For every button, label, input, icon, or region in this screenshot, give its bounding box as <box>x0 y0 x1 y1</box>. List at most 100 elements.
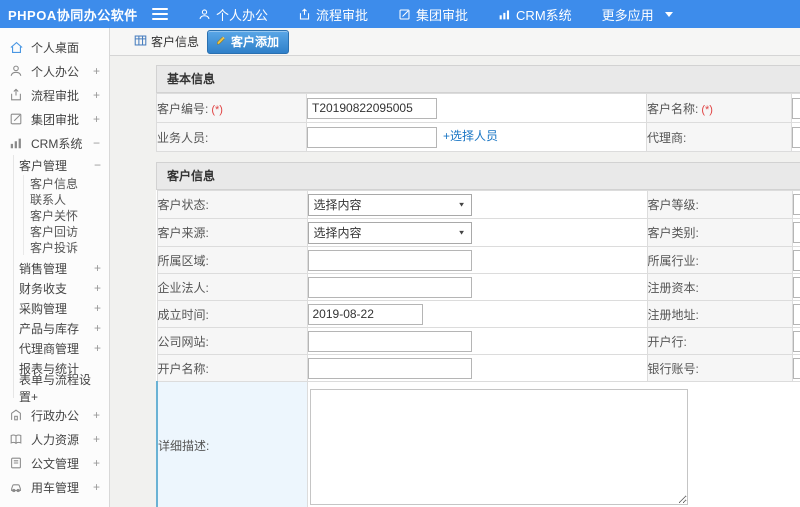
sidebar-item-human-resources[interactable]: 人力资源 + <box>0 427 109 451</box>
founding-date-input[interactable] <box>308 303 423 325</box>
customer-name-input[interactable] <box>792 97 800 119</box>
bank-account-input[interactable] <box>793 357 800 379</box>
required-mark: (*) <box>211 103 223 116</box>
collapse-icon[interactable]: − <box>94 158 101 172</box>
sidebar-item-contacts[interactable]: 联系人 <box>24 191 109 207</box>
nav-item-label: 集团审批 <box>416 7 469 23</box>
sidebar-item-flow-approval[interactable]: 流程审批 + <box>0 83 109 107</box>
expand-icon[interactable]: + <box>93 88 100 102</box>
field-label: 企业法人: <box>157 280 209 295</box>
edit-icon <box>9 112 24 127</box>
detail-description-textarea[interactable] <box>309 389 688 505</box>
chevron-down-icon: ▼ <box>457 200 466 209</box>
chart-icon <box>498 8 511 21</box>
field-label: 客户来源: <box>157 226 209 240</box>
sidebar-item-personal-desktop[interactable]: 个人桌面 <box>0 35 109 59</box>
section-header-basic-info: 基本信息 <box>156 65 800 93</box>
sidebar-item-customer-revisit[interactable]: 客户回访 <box>24 223 109 239</box>
expand-icon[interactable]: + <box>93 480 100 494</box>
expand-icon[interactable]: + <box>94 341 101 355</box>
field-label: 客户等级: <box>647 198 699 212</box>
bank-name-input[interactable] <box>793 330 800 352</box>
expand-icon[interactable]: + <box>93 112 100 126</box>
nav-item-label: 流程审批 <box>316 7 369 23</box>
expand-icon[interactable]: + <box>93 432 100 446</box>
registered-address-input[interactable] <box>793 303 800 325</box>
edit-icon <box>398 8 411 21</box>
sidebar-item-vehicle-management[interactable]: 用车管理 + <box>0 475 109 499</box>
book-icon <box>9 432 24 447</box>
collapse-icon[interactable]: − <box>93 136 100 150</box>
customer-info-table: 客户状态: 选择内容 ▼ 客户等级: 客户来源: 选择内容 ▼ 客户类别: 所属区域… <box>156 190 800 507</box>
section-header-customer-info: 客户信息 <box>156 162 800 190</box>
form-row: 成立时间: 注册地址: <box>156 300 800 328</box>
sidebar-item-customer-info[interactable]: 客户信息 <box>24 175 109 191</box>
sidebar-item-document-management[interactable]: 公文管理 + <box>0 451 109 475</box>
customer-category-input[interactable] <box>793 222 800 243</box>
sidebar-item-purchase-management[interactable]: 采购管理 + <box>14 298 109 318</box>
form-row: 详细描述: <box>156 381 800 507</box>
sidebar-item-customer-complaint[interactable]: 客户投诉 <box>24 239 109 255</box>
agent-input[interactable] <box>792 126 800 148</box>
nav-crm-system[interactable]: CRM系统 <box>498 5 572 24</box>
sidebar-item-admin-office[interactable]: 行政办公 + <box>0 403 109 427</box>
nav-item-label: 个人办公 <box>216 7 269 23</box>
app-logo: PHPOA协同办公软件 <box>8 7 138 23</box>
form-row: 客户来源: 选择内容 ▼ 客户类别: <box>156 218 800 247</box>
basic-info-table: 客户编号:(*) 客户名称:(*) 业务人员: +选择人员 代理商: <box>156 93 800 152</box>
sidebar-item-sales-management[interactable]: 销售管理 + <box>14 258 109 278</box>
document-icon <box>9 456 24 471</box>
choose-personnel-link[interactable]: +选择人员 <box>443 129 498 143</box>
expand-icon[interactable]: + <box>94 261 101 275</box>
expand-icon[interactable]: + <box>93 456 100 470</box>
menu-toggle-icon[interactable] <box>152 8 168 20</box>
form-row: 企业法人: 注册资本: <box>156 273 800 301</box>
expand-icon[interactable]: + <box>93 64 100 78</box>
sidebar-item-finance[interactable]: 财务收支 + <box>14 278 109 298</box>
flow-icon <box>9 88 24 103</box>
expand-icon[interactable]: + <box>94 301 101 315</box>
nav-personal-office[interactable]: 个人办公 <box>198 5 268 24</box>
expand-icon[interactable]: + <box>94 321 101 335</box>
tab-customer-info[interactable]: 客户信息 <box>134 33 199 50</box>
sidebar-item-crm-system[interactable]: CRM系统 − <box>0 131 109 155</box>
sidebar-item-product-inventory[interactable]: 产品与库存 + <box>14 318 109 338</box>
customer-submenu: 客户信息 联系人 客户关怀 客户回访 客户投诉 <box>23 175 109 255</box>
tab-bar: 客户信息 客户添加 <box>110 28 800 56</box>
registered-capital-input[interactable] <box>793 276 800 298</box>
legal-person-input[interactable] <box>308 276 472 298</box>
sidebar: 个人桌面 个人办公 + 流程审批 + 集团审批 + CRM系统 − 客户管理 − <box>0 28 110 507</box>
car-icon <box>9 480 24 495</box>
nav-item-label: 更多应用 <box>601 7 654 23</box>
user-icon <box>198 8 211 21</box>
expand-icon[interactable]: + <box>94 281 101 295</box>
grid-icon <box>134 34 147 50</box>
customer-level-input[interactable] <box>793 194 800 215</box>
tab-customer-add[interactable]: 客户添加 <box>207 29 290 54</box>
nav-flow-approval[interactable]: 流程审批 <box>298 5 368 24</box>
sidebar-item-agent-management[interactable]: 代理商管理 + <box>14 338 109 358</box>
sidebar-item-form-flow-settings[interactable]: 表单与流程设置+ <box>14 373 109 404</box>
sidebar-item-personal-office[interactable]: 个人办公 + <box>0 59 109 83</box>
tab-label: 客户信息 <box>151 35 200 49</box>
customer-number-input[interactable] <box>307 97 437 119</box>
content-area: 客户信息 客户添加 基本信息 客户编号:(*) 客户名称:(*) <box>110 28 800 507</box>
crm-submenu: 客户管理 − 客户信息 联系人 客户关怀 客户回访 客户投诉 销售管理 + 财务… <box>13 155 109 404</box>
customer-source-select[interactable]: 选择内容 ▼ <box>308 221 472 244</box>
customer-status-select[interactable]: 选择内容 ▼ <box>308 193 472 216</box>
field-label: 开户行: <box>647 334 687 349</box>
account-name-input[interactable] <box>308 357 472 379</box>
sidebar-item-customer-management[interactable]: 客户管理 − <box>14 155 109 175</box>
form-row: 开户名称: 银行账号: <box>156 354 800 382</box>
nav-more-apps[interactable]: 更多应用 <box>602 5 673 24</box>
user-icon <box>9 64 24 79</box>
industry-input[interactable] <box>793 249 800 271</box>
nav-group-approval[interactable]: 集团审批 <box>398 5 468 24</box>
business-personnel-input[interactable] <box>307 126 437 148</box>
company-website-input[interactable] <box>308 330 472 352</box>
expand-icon[interactable]: + <box>93 408 100 422</box>
sidebar-item-customer-care[interactable]: 客户关怀 <box>24 207 109 223</box>
region-input[interactable] <box>308 249 472 271</box>
sidebar-item-group-approval[interactable]: 集团审批 + <box>0 107 109 131</box>
top-navbar: PHPOA协同办公软件 个人办公 流程审批 集团审批 CRM系统 更多应用 <box>0 0 800 28</box>
